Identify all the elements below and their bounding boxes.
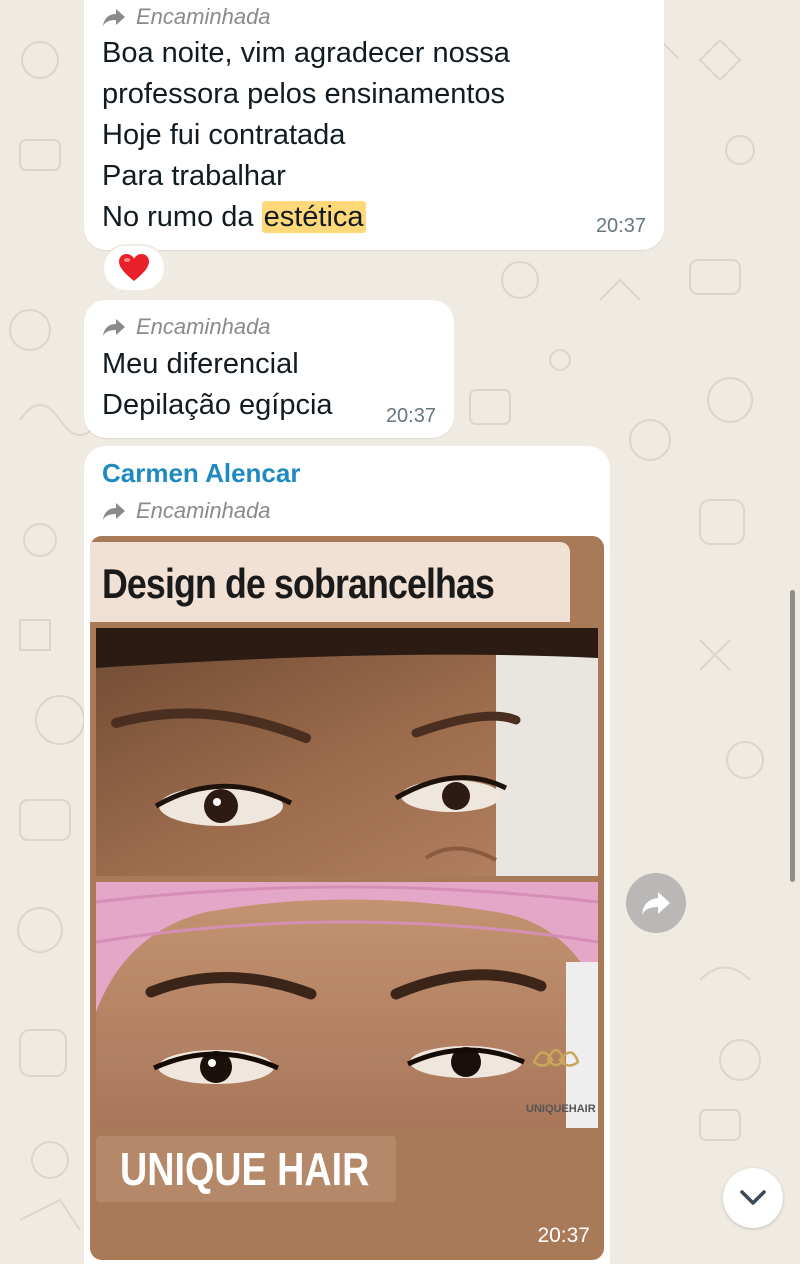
- forward-arrow-icon: [103, 319, 125, 336]
- after-eyebrows-photo: UNIQUEHAIR: [96, 882, 598, 1128]
- sender-name[interactable]: Carmen Alencar: [102, 458, 300, 489]
- scrollbar-thumb[interactable]: [790, 590, 795, 882]
- forwarded-label: Encaminhada: [102, 314, 271, 340]
- svg-text:UNIQUEHAIR: UNIQUEHAIR: [526, 1103, 596, 1115]
- before-eyebrows-photo: [96, 628, 598, 876]
- forwarded-label: Encaminhada: [102, 4, 271, 30]
- image-title: Design de sobrancelhas: [102, 560, 495, 607]
- brand-name: UNIQUE HAIR: [120, 1143, 370, 1195]
- quick-forward-button[interactable]: [626, 873, 686, 933]
- shared-image[interactable]: Design de sobrancelhas UNIQUEHAIR UNIQUE…: [90, 536, 604, 1260]
- image-message-bubble[interactable]: Carmen Alencar Encaminhada Design de sob…: [84, 446, 610, 1264]
- forward-arrow-icon: [103, 503, 125, 520]
- chevron-down-icon: [740, 1190, 766, 1205]
- forwarded-text: Encaminhada: [136, 4, 271, 29]
- heart-emoji-icon: [119, 254, 149, 281]
- forwarded-text: Encaminhada: [136, 314, 271, 339]
- brand-label: UNIQUE HAIR: [96, 1136, 396, 1202]
- forwarded-text: Encaminhada: [136, 498, 271, 523]
- message-time: 20:37: [537, 1224, 590, 1247]
- forward-arrow-icon: [103, 9, 125, 26]
- forward-button-icon: [642, 892, 670, 915]
- scroll-to-bottom-button[interactable]: [723, 1168, 783, 1228]
- message-bubble[interactable]: Encaminhada Meu diferencial Depilação eg…: [84, 300, 454, 438]
- image-title-box: Design de sobrancelhas: [90, 542, 570, 622]
- message-text: Meu diferencial Depilação egípcia: [102, 348, 333, 421]
- forwarded-label: Encaminhada: [102, 498, 271, 524]
- message-bubble[interactable]: Encaminhada Boa noite, vim agradecer nos…: [84, 0, 664, 250]
- highlighted-word: estética: [261, 201, 366, 233]
- reaction-badge[interactable]: [102, 244, 166, 292]
- message-text: Boa noite, vim agradecer nossa professor…: [102, 33, 642, 238]
- message-time: 20:37: [595, 215, 646, 237]
- message-time: 20:37: [385, 405, 436, 427]
